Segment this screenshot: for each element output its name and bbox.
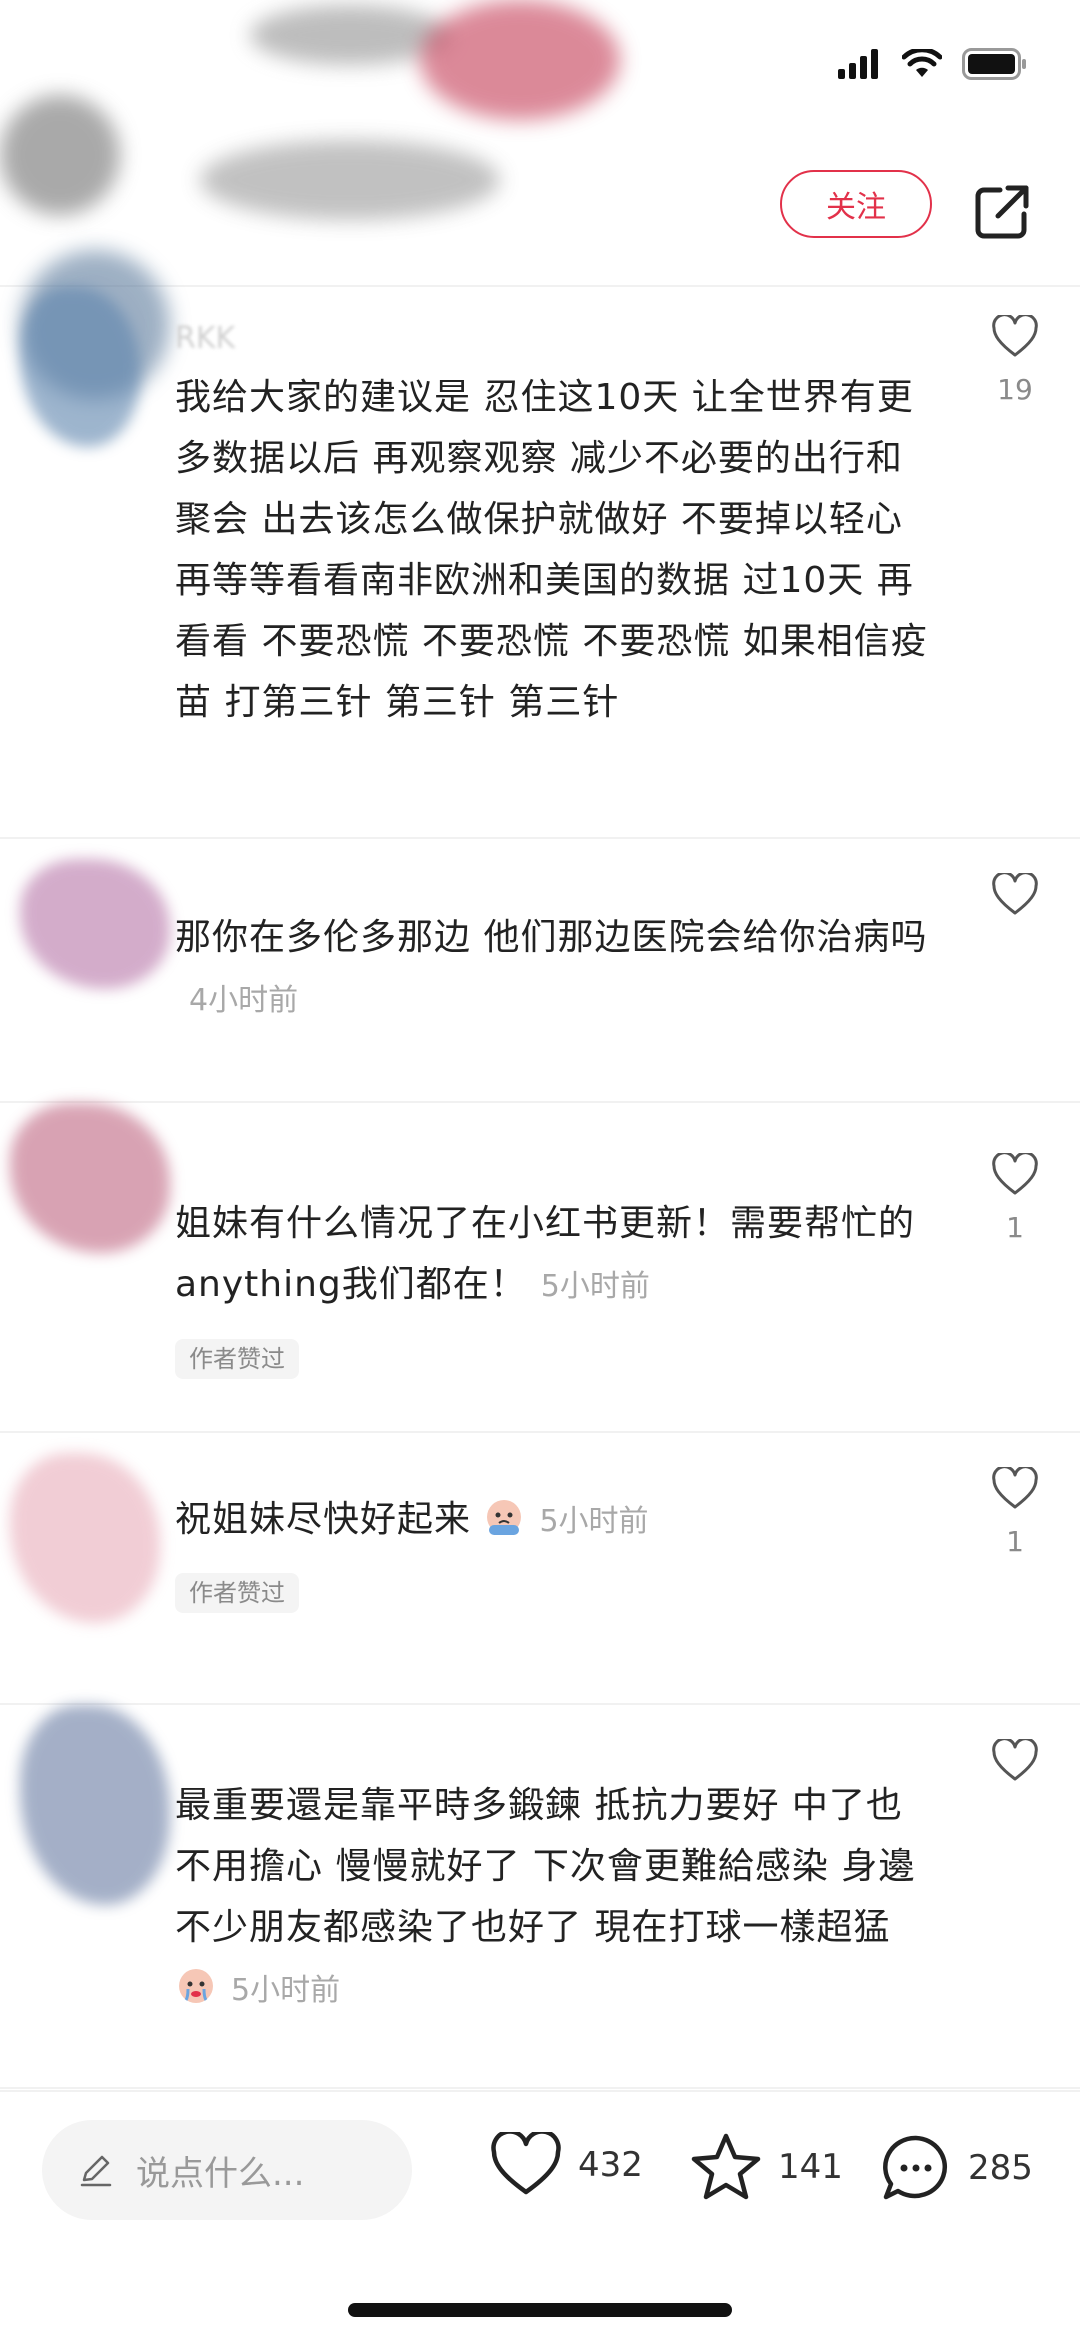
avatar — [10, 849, 170, 1019]
follow-button[interactable]: 关注 — [780, 170, 932, 238]
comment-post-button[interactable]: 285 — [880, 2132, 1033, 2204]
crying-emoji — [487, 1500, 522, 1535]
crying-emoji — [179, 1969, 213, 2003]
comment-text: 祝姐妹尽快好起来 5小时前 — [175, 1489, 935, 1552]
post-header: 关注 — [0, 140, 1080, 400]
comment-timestamp: 5小时前 — [540, 1269, 650, 1304]
comment-timestamp: 4小时前 — [189, 983, 299, 1018]
comment-item[interactable]: RKK 我给大家的建议是 忍住这10天 让全世界有更多数据以后 再观察观察 减少… — [0, 287, 1080, 839]
like-total: 432 — [578, 2145, 643, 2185]
like-post-button[interactable]: 432 — [490, 2132, 643, 2198]
pencil-icon — [80, 2155, 112, 2187]
author-liked-badge: 作者赞过 — [175, 1339, 299, 1379]
comment-input[interactable]: 说点什么... — [42, 2120, 412, 2220]
obscured-region — [420, 0, 620, 120]
comment-username: RKK — [175, 321, 236, 356]
comment-item[interactable]: 祝姐妹尽快好起来 5小时前 作者赞过 1 — [0, 1433, 1080, 1705]
like-control[interactable]: 19 — [980, 313, 1050, 406]
avatar — [10, 1443, 160, 1623]
comment-body: 祝姐妹尽快好起来 — [175, 1499, 472, 1540]
avatar — [10, 1103, 170, 1273]
like-count: 19 — [997, 373, 1033, 406]
comment-list: RKK 我给大家的建议是 忍住这10天 让全世界有更多数据以后 再观察观察 减少… — [0, 287, 1080, 2089]
comment-input-placeholder: 说点什么... — [136, 2153, 305, 2194]
comment-item[interactable]: 最重要還是靠平時多鍛鍊 抵抗力要好 中了也不用擔心 慢慢就好了 下次會更難給感染… — [0, 1705, 1080, 2089]
wifi-icon — [902, 49, 942, 77]
comment-bubble-icon — [883, 2135, 948, 2200]
home-indicator[interactable] — [348, 2303, 732, 2317]
cellular-signal-icon — [838, 49, 878, 79]
comment-text: 最重要還是靠平時多鍛鍊 抵抗力要好 中了也不用擔心 慢慢就好了 下次會更難給感染… — [175, 1775, 935, 2021]
star-icon — [691, 2133, 761, 2200]
comment-text: 那你在多伦多那边 他们那边医院会给你治病吗 4小时前 — [175, 907, 935, 1031]
obscured-region — [200, 140, 500, 220]
like-control[interactable] — [980, 871, 1050, 931]
heart-icon — [491, 2132, 561, 2195]
heart-icon[interactable] — [991, 1737, 1039, 1783]
collect-post-button[interactable]: 141 — [690, 2132, 843, 2202]
comment-timestamp: 5小时前 — [539, 1504, 649, 1539]
avatar — [10, 287, 160, 457]
comment-item[interactable]: 姐妹有什么情况了在小红书更新！需要帮忙的anything我们都在！ 5小时前 作者… — [0, 1103, 1080, 1433]
comment-text: 姐妹有什么情况了在小红书更新！需要帮忙的anything我们都在！ 5小时前 — [175, 1193, 935, 1317]
author-liked-badge: 作者赞过 — [175, 1573, 299, 1613]
like-count: 1 — [1006, 1211, 1024, 1244]
comment-text: 我给大家的建议是 忍住这10天 让全世界有更多数据以后 再观察观察 减少不必要的… — [175, 367, 935, 733]
comment-timestamp: 5小时前 — [231, 1973, 341, 2008]
status-bar — [0, 0, 1080, 215]
bottom-action-bar: 说点什么... 432 141 285 — [0, 2090, 1080, 2339]
comment-total: 285 — [968, 2148, 1033, 2188]
like-control[interactable]: 1 — [980, 1151, 1050, 1244]
heart-icon[interactable] — [991, 1465, 1039, 1511]
heart-icon[interactable] — [991, 313, 1039, 359]
battery-icon — [962, 48, 1026, 80]
collect-total: 141 — [778, 2147, 843, 2187]
like-control[interactable] — [980, 1737, 1050, 1797]
heart-icon[interactable] — [991, 871, 1039, 917]
heart-icon[interactable] — [991, 1151, 1039, 1197]
comment-item[interactable]: 那你在多伦多那边 他们那边医院会给你治病吗 4小时前 — [0, 839, 1080, 1103]
share-icon[interactable] — [970, 180, 1034, 244]
avatar — [10, 1705, 170, 1905]
comment-body: 最重要還是靠平時多鍛鍊 抵抗力要好 中了也不用擔心 慢慢就好了 下次會更難給感染… — [175, 1785, 916, 1948]
comment-body: 我给大家的建议是 忍住这10天 让全世界有更多数据以后 再观察观察 减少不必要的… — [175, 377, 928, 723]
comment-body: 那你在多伦多那边 他们那边医院会给你治病吗 — [175, 917, 928, 958]
like-count: 1 — [1006, 1525, 1024, 1558]
like-control[interactable]: 1 — [980, 1465, 1050, 1558]
